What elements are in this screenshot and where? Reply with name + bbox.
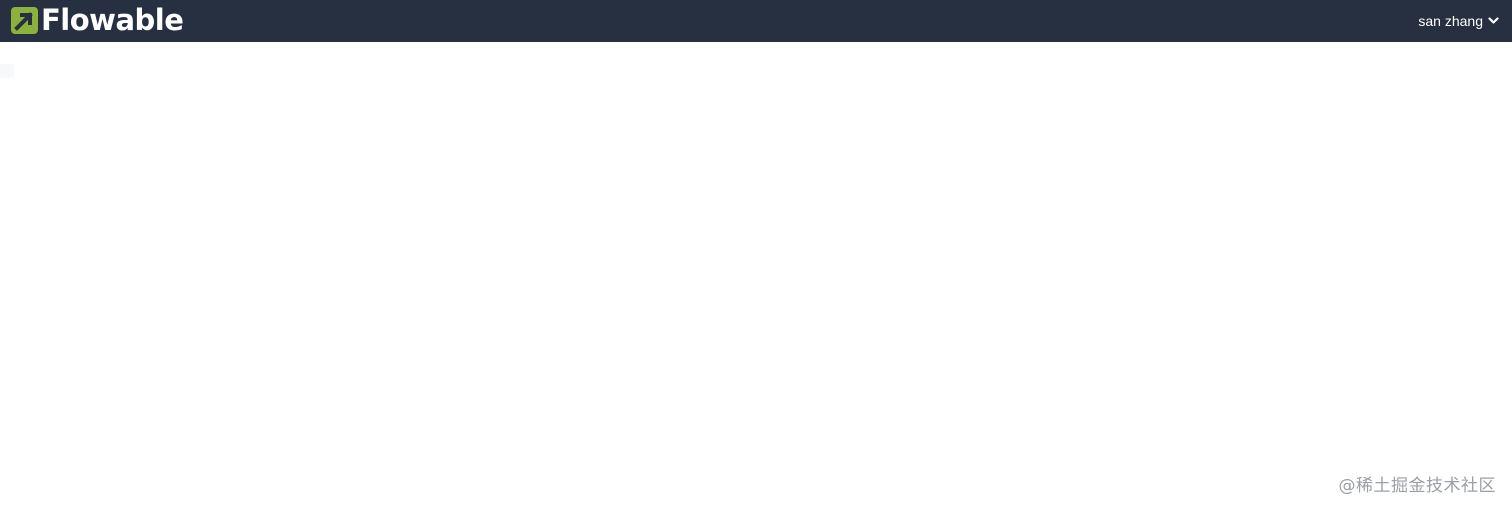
main-content-area <box>0 42 1512 513</box>
user-menu-toggle[interactable]: san zhang <box>1418 0 1499 42</box>
chevron-down-icon <box>1488 17 1499 24</box>
brand-name: Flowable <box>41 3 184 37</box>
brand-logo[interactable]: Flowable <box>11 3 184 37</box>
watermark-text: @稀土掘金技术社区 <box>1338 476 1496 496</box>
user-name: san zhang <box>1418 13 1483 29</box>
flowable-logo-icon <box>11 6 38 34</box>
loading-placeholder <box>0 64 14 78</box>
top-navbar: Flowable san zhang <box>0 0 1512 42</box>
